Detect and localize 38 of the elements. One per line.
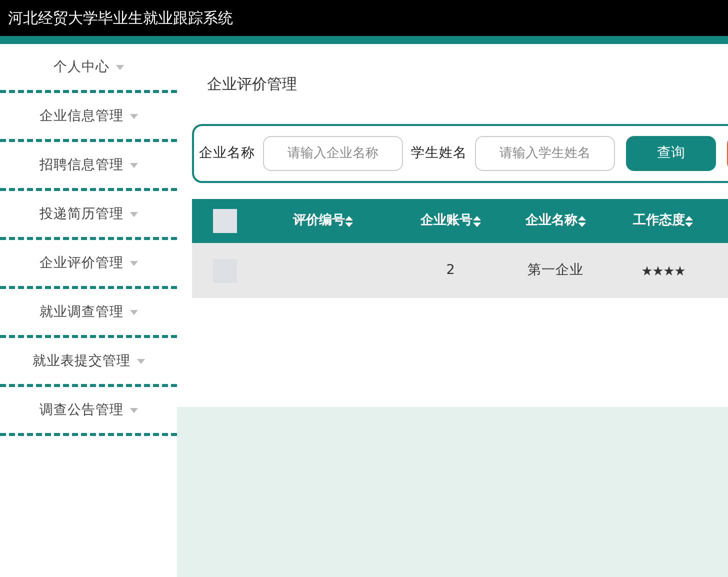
search-field[interactable]: 请输入学生姓名: [475, 136, 615, 171]
caret-icon: [130, 408, 138, 412]
sidebar-item[interactable]: 招聘信息管理: [40, 154, 138, 176]
table-cell-text: 第一企业: [528, 261, 584, 280]
sidebar-item[interactable]: 就业调查管理: [40, 302, 138, 322]
caret-icon: [130, 212, 138, 216]
field-label: 企业名称: [199, 144, 255, 164]
sidebar-item[interactable]: 调查公告管理: [40, 400, 138, 420]
star-icon: [642, 266, 652, 276]
column-header[interactable]: 评价编号: [293, 211, 353, 231]
caret-icon: [116, 64, 124, 70]
table-cell-text: 2: [446, 261, 455, 280]
sort-icon: [345, 216, 353, 226]
sort-icon: [472, 216, 480, 226]
sort-icon: [685, 216, 693, 226]
caret-icon: [130, 114, 138, 118]
caret-icon: [130, 310, 138, 314]
column-header[interactable]: 企业名称: [526, 211, 586, 231]
column-header[interactable]: 企业账号: [420, 211, 480, 231]
sidebar-item[interactable]: 企业信息管理: [40, 106, 138, 126]
column-header[interactable]: 工作态度: [633, 211, 693, 231]
sort-icon: [578, 216, 586, 226]
caret-icon: [130, 260, 138, 266]
sidebar-item[interactable]: 企业评价管理: [40, 252, 138, 274]
caret-icon: [136, 358, 144, 364]
sidebar-item[interactable]: 就业表提交管理: [32, 350, 144, 372]
caret-icon: [130, 162, 138, 168]
search-field[interactable]: 请输入企业名称: [263, 136, 403, 171]
sidebar-item[interactable]: 个人中心: [54, 56, 124, 78]
app-title: 河北经贸大学毕业生就业跟踪系统: [8, 8, 233, 29]
page-title: 企业评价管理: [207, 74, 297, 95]
star-icon: [664, 266, 674, 276]
query-button[interactable]: 查询: [626, 136, 716, 171]
star-icon: [674, 266, 684, 276]
field-label: 学生姓名: [411, 144, 467, 164]
select-all-checkbox[interactable]: [213, 209, 237, 233]
sidebar-item[interactable]: 投递简历管理: [40, 204, 138, 224]
star-icon: [652, 266, 662, 276]
